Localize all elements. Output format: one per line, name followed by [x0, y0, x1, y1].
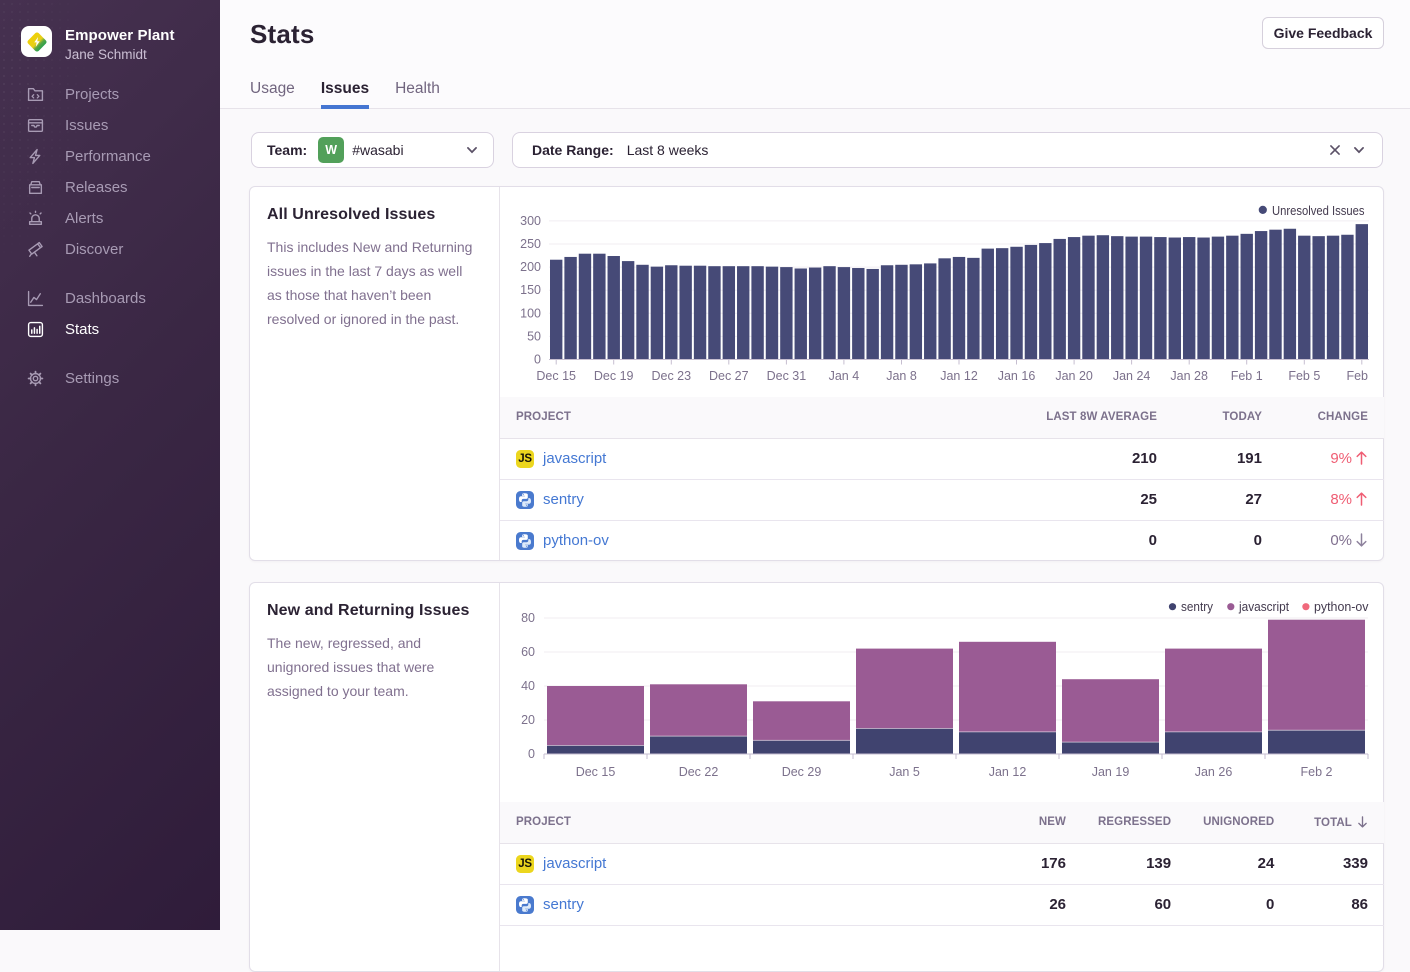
svg-text:Jan 8: Jan 8 [886, 369, 917, 383]
svg-text:Feb 1: Feb 1 [1231, 369, 1263, 383]
svg-text:Jan 24: Jan 24 [1113, 369, 1151, 383]
svg-text:Feb 5: Feb 5 [1288, 369, 1320, 383]
svg-text:Jan 12: Jan 12 [989, 765, 1027, 779]
svg-text:Jan 16: Jan 16 [998, 369, 1036, 383]
svg-text:0: 0 [534, 353, 541, 367]
svg-text:200: 200 [520, 260, 541, 274]
svg-text:Jan 4: Jan 4 [829, 369, 860, 383]
svg-text:Feb 2: Feb 2 [1301, 765, 1333, 779]
svg-text:100: 100 [520, 306, 541, 320]
svg-text:Dec 29: Dec 29 [782, 765, 822, 779]
svg-text:Jan 20: Jan 20 [1055, 369, 1093, 383]
svg-text:javascript: javascript [1238, 600, 1289, 614]
svg-text:sentry: sentry [1181, 600, 1214, 614]
svg-text:300: 300 [520, 214, 541, 228]
svg-text:0: 0 [528, 747, 535, 761]
svg-text:60: 60 [521, 645, 535, 659]
svg-text:250: 250 [520, 237, 541, 251]
svg-text:Jan 12: Jan 12 [940, 369, 978, 383]
svg-text:Unresolved Issues: Unresolved Issues [1272, 204, 1365, 218]
svg-text:Jan 26: Jan 26 [1195, 765, 1233, 779]
svg-text:Jan 19: Jan 19 [1092, 765, 1130, 779]
svg-text:80: 80 [521, 611, 535, 625]
svg-text:150: 150 [520, 283, 541, 297]
svg-text:Dec 27: Dec 27 [709, 369, 749, 383]
svg-text:Dec 31: Dec 31 [767, 369, 807, 383]
svg-text:40: 40 [521, 679, 535, 693]
svg-text:Feb: Feb [1346, 369, 1368, 383]
svg-text:Jan 5: Jan 5 [889, 765, 920, 779]
svg-text:python-ov: python-ov [1314, 600, 1369, 614]
svg-text:Dec 23: Dec 23 [651, 369, 691, 383]
svg-text:Dec 15: Dec 15 [536, 369, 576, 383]
svg-text:Jan 28: Jan 28 [1170, 369, 1208, 383]
svg-text:Dec 15: Dec 15 [576, 765, 616, 779]
svg-text:Dec 22: Dec 22 [679, 765, 719, 779]
svg-text:Dec 19: Dec 19 [594, 369, 634, 383]
svg-text:50: 50 [527, 329, 541, 343]
svg-text:20: 20 [521, 713, 535, 727]
